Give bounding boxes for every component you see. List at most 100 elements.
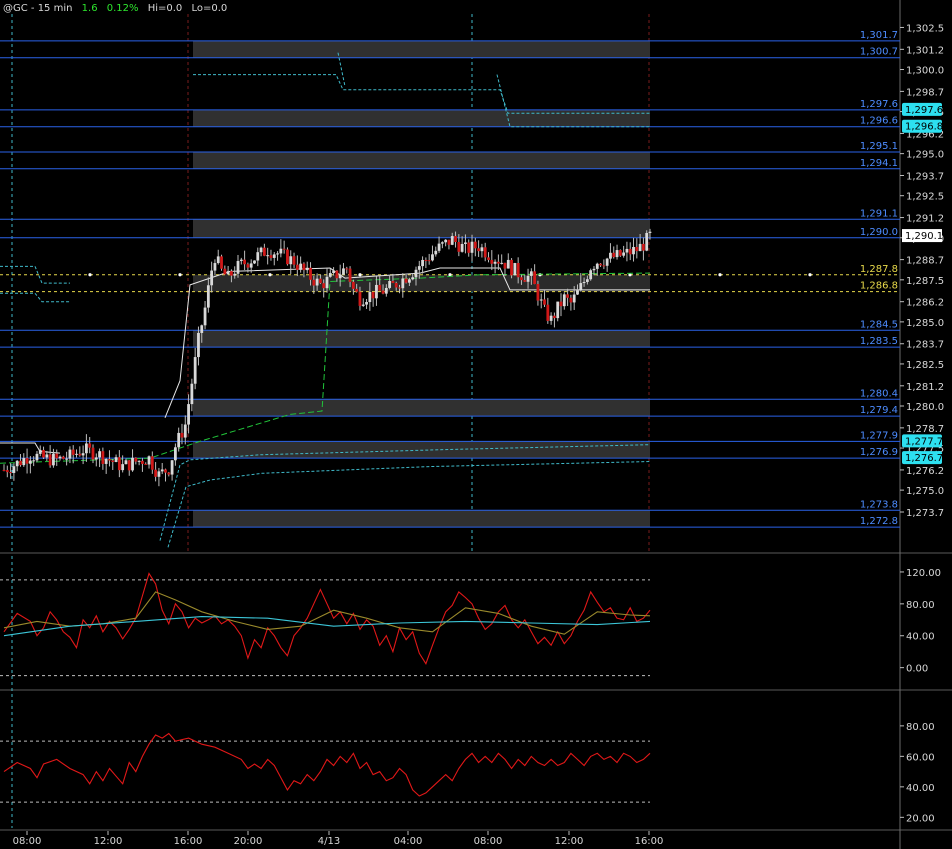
level-label: 1,280.4 bbox=[860, 388, 898, 399]
candle-body bbox=[42, 449, 45, 458]
level-dot bbox=[178, 273, 182, 277]
candle-body bbox=[88, 443, 92, 448]
candle-body bbox=[589, 270, 593, 280]
candle-body bbox=[5, 470, 9, 473]
price-tick-label: 1,302.5 bbox=[906, 23, 944, 34]
level-zone bbox=[193, 399, 650, 417]
price-tick-label: 1,293.7 bbox=[906, 172, 944, 183]
band-lower-2 bbox=[167, 461, 651, 548]
osc-tick-label: 120.00 bbox=[906, 568, 941, 579]
candle-body bbox=[269, 255, 273, 258]
level-label: 1,273.8 bbox=[860, 499, 898, 510]
candle-body bbox=[648, 231, 652, 233]
candle-body bbox=[282, 248, 286, 250]
osc-tick-label: 80.00 bbox=[906, 600, 935, 611]
level-zone bbox=[193, 441, 650, 459]
time-label: 4/13 bbox=[318, 836, 340, 847]
candle-body bbox=[28, 460, 32, 464]
candle-body bbox=[266, 255, 270, 257]
candle-body bbox=[94, 457, 98, 460]
candle-body bbox=[569, 297, 573, 303]
candle-body bbox=[487, 257, 490, 260]
candle-body bbox=[553, 315, 556, 319]
lower-series bbox=[3, 732, 651, 797]
candle-body bbox=[25, 458, 29, 464]
band-upper bbox=[193, 74, 650, 114]
candle-body bbox=[286, 249, 289, 265]
candle-body bbox=[523, 280, 527, 282]
candle-body bbox=[579, 283, 583, 291]
band-left bbox=[0, 265, 70, 284]
candle-body bbox=[401, 278, 405, 289]
candle-body bbox=[309, 267, 312, 280]
candle-body bbox=[2, 469, 6, 471]
candle-body bbox=[131, 457, 134, 471]
candle-body bbox=[642, 243, 645, 251]
level-label: 1,297.6 bbox=[860, 99, 898, 110]
osc-tick-label: 0.00 bbox=[906, 664, 928, 675]
level-label: 1,294.1 bbox=[860, 158, 898, 169]
candle-body bbox=[450, 236, 454, 245]
candle-body bbox=[289, 256, 293, 265]
candle-body bbox=[332, 270, 335, 274]
candle-body bbox=[526, 275, 530, 282]
candle-body bbox=[134, 457, 138, 462]
time-label: 16:00 bbox=[174, 836, 203, 847]
candle-body bbox=[510, 259, 513, 276]
lower-tick-label: 80.00 bbox=[906, 722, 935, 733]
candle-body bbox=[48, 454, 52, 466]
price-marker-label: 1,296.8 bbox=[905, 122, 943, 133]
candle-body bbox=[371, 291, 375, 299]
candle-body bbox=[424, 259, 428, 261]
candle-body bbox=[615, 250, 619, 258]
candle-body bbox=[355, 288, 359, 292]
time-label: 12:00 bbox=[555, 836, 584, 847]
candle-body bbox=[638, 243, 642, 252]
candle-body bbox=[35, 453, 39, 461]
candle-body bbox=[398, 287, 401, 289]
candle-body bbox=[632, 246, 635, 255]
candle-body bbox=[19, 460, 22, 466]
candle-body bbox=[520, 277, 523, 281]
candle-body bbox=[381, 290, 385, 294]
candle-body bbox=[618, 250, 622, 256]
candle-body bbox=[566, 294, 570, 298]
time-label: 20:00 bbox=[234, 836, 263, 847]
candle-body bbox=[585, 279, 589, 282]
trend-line bbox=[0, 272, 651, 464]
candle-body bbox=[302, 263, 306, 271]
candle-body bbox=[477, 248, 481, 252]
candle-body bbox=[506, 259, 510, 269]
price-tick-label: 1,273.7 bbox=[906, 508, 944, 519]
candle-body bbox=[543, 299, 546, 305]
candle-body bbox=[599, 263, 602, 266]
candle-body bbox=[292, 256, 296, 265]
candle-body bbox=[272, 254, 276, 258]
level-label: 1,286.8 bbox=[860, 281, 898, 292]
candle-body bbox=[470, 241, 474, 253]
level-zone bbox=[193, 330, 650, 348]
candle-body bbox=[635, 246, 639, 252]
candle-body bbox=[121, 464, 125, 471]
candle-body bbox=[91, 447, 95, 460]
candle-body bbox=[127, 460, 131, 471]
candle-body bbox=[431, 254, 434, 261]
candle-body bbox=[38, 449, 42, 454]
lower-tick-label: 40.00 bbox=[906, 783, 935, 794]
candle-body bbox=[417, 266, 421, 270]
chart-canvas[interactable]: 1,301.7 1,300.7 1,297.6 1,296.6 1,295.1 1,294… bbox=[0, 0, 952, 849]
candle-body bbox=[602, 265, 606, 267]
candle-body bbox=[58, 456, 62, 459]
candle-body bbox=[243, 259, 247, 265]
candle-body bbox=[444, 239, 448, 243]
candle-body bbox=[22, 458, 26, 466]
candle-body bbox=[141, 460, 144, 464]
level-label: 1,277.9 bbox=[860, 430, 898, 441]
candle-body bbox=[592, 268, 596, 271]
candle-body bbox=[404, 278, 408, 283]
candle-body bbox=[434, 250, 438, 255]
candle-body bbox=[536, 284, 540, 301]
candle-body bbox=[335, 270, 339, 279]
candle-body bbox=[411, 277, 415, 280]
candle-body bbox=[101, 451, 105, 464]
